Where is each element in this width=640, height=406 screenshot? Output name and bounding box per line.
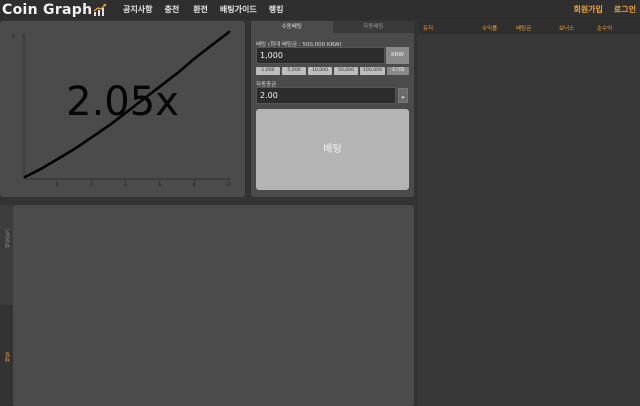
x-tick-label: 0 [56,182,59,188]
nav-withdraw[interactable]: 환전 [193,4,208,15]
signup-link[interactable]: 회원가입 [573,4,602,15]
nav-betting-guide[interactable]: 배팅가이드 [220,4,257,15]
players-panel: 유저 수익률 배팅금 보너스 순수익 [418,21,640,406]
col-bonus: 보너스 [559,26,575,32]
login-link[interactable]: 로그인 [614,4,636,15]
multiplier-chart: 8 0 2 4 6 8 10 [12,30,232,188]
multiplier-curve [23,30,231,179]
col-net-profit: 순수익 [597,26,613,32]
main-nav: 공지사항 충전 환전 배팅가이드 랭킹 [123,4,295,15]
graph-panel: 8 0 2 4 6 8 10 2.05x [0,21,245,197]
quick-amount-100000[interactable]: 100,000 [360,67,385,75]
quick-amount-10000[interactable]: 10,000 [308,67,332,75]
coin-graph-logo[interactable]: Coin Graph [2,1,107,19]
top-navigation-bar: Coin Graph 공지사항 충전 환전 배팅가이드 랭킹 회원가입 로그인 [0,0,640,20]
players-table-header: 유저 수익률 배팅금 보너스 순수익 [418,21,640,34]
bet-panel: 수동배팅 자동배팅 배팅 (최대 배팅금 : 500,000 KRW) KRW … [251,21,414,197]
bet-mode-tabs: 수동배팅 자동배팅 [251,21,414,33]
nav-notice[interactable]: 공지사항 [123,4,152,15]
y-tick-label: 8 [12,34,15,40]
logo-text: Coin Graph [2,2,93,18]
chat-toggle-tab[interactable] [0,205,13,305]
reset-amount-button[interactable]: 초기화 [387,67,409,75]
chevron-down-icon [401,96,405,99]
tab-auto-bet[interactable]: 자동배팅 [332,21,414,33]
x-tick-label: 4 [124,182,127,188]
x-tick-label: 6 [158,182,161,188]
place-bet-button[interactable]: 배팅 [256,109,409,190]
x-tick-label: 8 [193,182,196,188]
x-tick-label: 2 [90,182,93,188]
rising-chart-icon [93,3,107,16]
col-user: 유저 [423,26,434,32]
quick-amount-1000[interactable]: 1,000 [256,67,280,75]
chat-toggle-label: 채팅닫기 [5,228,11,248]
auto-cashout-select[interactable]: 2.00 [256,87,396,104]
quick-amount-50000[interactable]: 50,000 [334,67,358,75]
auto-cashout-dropdown[interactable] [398,88,408,103]
bet-amount-input[interactable] [256,47,385,64]
auth-links: 회원가입 로그인 [562,4,636,15]
tab-manual-bet[interactable]: 수동배팅 [251,21,333,33]
chat-panel [13,205,414,406]
chat-label: 채팅 [5,352,11,362]
nav-ranking[interactable]: 랭킹 [269,4,284,15]
col-return-rate: 수익률 [482,26,498,32]
col-bet-amount: 배팅금 [516,26,532,32]
quick-amount-5000[interactable]: 5,000 [282,67,306,75]
currency-badge: KRW [386,47,409,64]
quick-amount-row: 1,000 5,000 10,000 50,000 100,000 초기화 [256,67,409,75]
nav-deposit[interactable]: 충전 [164,4,179,15]
x-tick-label: 10 [226,182,232,188]
